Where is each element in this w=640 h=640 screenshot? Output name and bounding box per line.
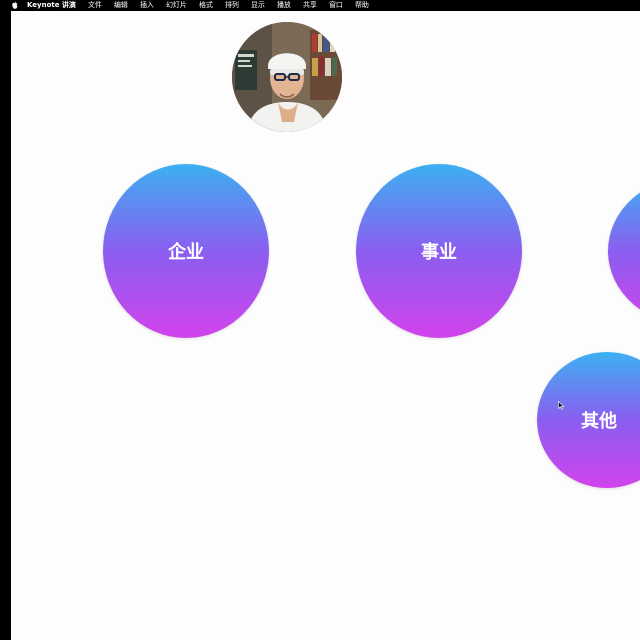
menu-format[interactable]: 格式 <box>199 0 213 11</box>
bubble-label: 企业 <box>168 242 204 263</box>
menu-slide[interactable]: 幻灯片 <box>166 0 187 11</box>
menu-bar: Keynote 讲演 文件 编辑 插入 幻灯片 格式 排列 显示 播放 共享 窗… <box>0 0 640 11</box>
bubble-label: 其他 <box>581 411 617 432</box>
menu-app-name[interactable]: Keynote 讲演 <box>27 0 76 11</box>
slide-canvas: 企业 事业 其他 <box>11 11 640 640</box>
presenter-video <box>232 22 342 132</box>
bubble-label: 事业 <box>421 242 457 263</box>
bubble-other[interactable]: 其他 <box>537 352 640 488</box>
apple-icon[interactable] <box>0 1 27 10</box>
menu-edit[interactable]: 编辑 <box>114 0 128 11</box>
mouse-cursor-icon <box>558 401 565 410</box>
bubble-career[interactable]: 事业 <box>356 164 522 338</box>
bubble-enterprise[interactable]: 企业 <box>103 164 269 338</box>
menu-help[interactable]: 帮助 <box>355 0 369 11</box>
menu-file[interactable]: 文件 <box>88 0 102 11</box>
menu-insert[interactable]: 插入 <box>140 0 154 11</box>
bubble-partial[interactable] <box>608 177 640 325</box>
menu-arrange[interactable]: 排列 <box>225 0 239 11</box>
webcam-overlay <box>232 22 342 132</box>
menu-view[interactable]: 显示 <box>251 0 265 11</box>
menu-window[interactable]: 窗口 <box>329 0 343 11</box>
menu-play[interactable]: 播放 <box>277 0 291 11</box>
menu-share[interactable]: 共享 <box>303 0 317 11</box>
